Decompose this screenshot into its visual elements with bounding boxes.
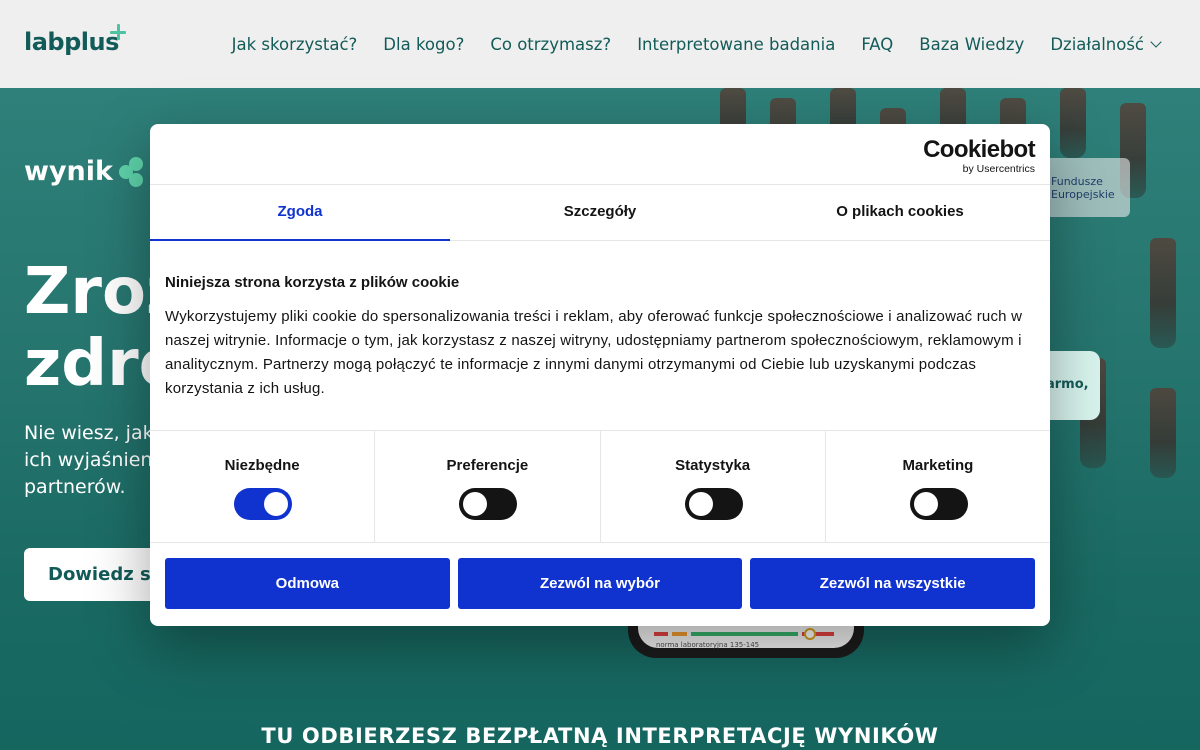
- switch-knob: [688, 492, 713, 516]
- eu-badge-line2: Europejskie: [1051, 188, 1115, 201]
- chevron-down-icon: [1150, 36, 1162, 48]
- site-header: labplus Jak skorzystać? Dla kogo? Co otr…: [0, 0, 1200, 88]
- cookiebot-logo-text: Cookiebot: [923, 136, 1036, 163]
- result-marker: [804, 628, 816, 640]
- eu-badge-line1: Fundusze: [1051, 175, 1103, 188]
- nav-baza-wiedzy[interactable]: Baza Wiedzy: [919, 35, 1024, 54]
- tab-zgoda[interactable]: Zgoda: [150, 185, 450, 241]
- toggle-statystyka-label: Statystyka: [675, 457, 751, 474]
- nav-co-otrzymasz[interactable]: Co otrzymasz?: [490, 35, 611, 54]
- allow-all-button[interactable]: Zezwól na wszystkie: [750, 558, 1036, 609]
- toggle-niezbedne-switch[interactable]: [234, 488, 293, 520]
- cookiebot-logo[interactable]: Cookiebot by Usercentrics: [923, 136, 1036, 176]
- dialog-tabs: Zgoda Szczegóły O plikach cookies: [150, 185, 1050, 241]
- toggle-marketing-switch[interactable]: [909, 488, 968, 520]
- toggle-niezbedne-label: Niezbędne: [224, 457, 300, 474]
- main-nav: Jak skorzystać? Dla kogo? Co otrzymasz? …: [232, 0, 1162, 88]
- toggle-preferencje-label: Preferencje: [446, 457, 529, 474]
- tab-szczegoly[interactable]: Szczegóły: [450, 185, 750, 240]
- toggle-statystyka: Statystyka: [601, 431, 826, 542]
- wynik-logo: wynik: [24, 156, 145, 187]
- nav-jak-skorzystac[interactable]: Jak skorzystać?: [232, 35, 358, 54]
- cookie-consent-dialog: Cookiebot by Usercentrics Zgoda Szczegół…: [150, 124, 1050, 626]
- dialog-title: Niniejsza strona korzysta z plików cooki…: [165, 274, 460, 291]
- toggle-marketing-label: Marketing: [902, 457, 974, 474]
- dialog-actions: Odmowa Zezwól na wybór Zezwól na wszystk…: [165, 558, 1036, 609]
- phone-norm-label: norma laboratoryjna 135-145: [656, 641, 760, 649]
- nav-dzialalnosc[interactable]: Działalność: [1050, 34, 1162, 54]
- nav-dla-kogo[interactable]: Dla kogo?: [383, 35, 464, 54]
- eu-funds-badge: Fundusze Europejskie: [1040, 158, 1130, 217]
- molecule-icon: [118, 156, 145, 187]
- toggle-preferencje: Preferencje: [375, 431, 601, 542]
- deny-button[interactable]: Odmowa: [165, 558, 450, 609]
- allow-selection-button[interactable]: Zezwól na wybór: [457, 558, 743, 609]
- cookiebot-logo-sub: by Usercentrics: [962, 163, 1035, 175]
- nav-dzialalnosc-label: Działalność: [1050, 34, 1144, 54]
- switch-knob: [913, 492, 938, 516]
- dialog-header: Cookiebot by Usercentrics: [150, 124, 1050, 185]
- dialog-description: Wykorzystujemy pliki cookie do spersonal…: [165, 308, 1023, 397]
- tab-o-plikach-cookies[interactable]: O plikach cookies: [750, 185, 1050, 240]
- consent-toggles: Niezbędne Preferencje Statystyka Marketi…: [150, 430, 1050, 543]
- wynik-logo-text: wynik: [24, 156, 113, 187]
- nav-interpretowane-badania[interactable]: Interpretowane badania: [637, 35, 835, 54]
- toggle-statystyka-switch[interactable]: [684, 488, 743, 520]
- plus-icon: [110, 24, 126, 40]
- toggle-niezbedne: Niezbędne: [150, 431, 376, 542]
- labplus-logo[interactable]: labplus: [24, 24, 126, 60]
- switch-knob: [463, 492, 488, 516]
- nav-faq[interactable]: FAQ: [861, 35, 893, 54]
- toggle-marketing: Marketing: [826, 431, 1050, 542]
- section-title: TU ODBIERZESZ BEZPŁATNĄ INTERPRETACJĘ WY…: [261, 724, 939, 748]
- logo-text: labplus: [24, 28, 119, 56]
- dialog-content: Niniejsza strona korzysta z plików cooki…: [165, 274, 1025, 401]
- toggle-preferencje-switch[interactable]: [459, 488, 518, 520]
- switch-knob: [264, 492, 289, 516]
